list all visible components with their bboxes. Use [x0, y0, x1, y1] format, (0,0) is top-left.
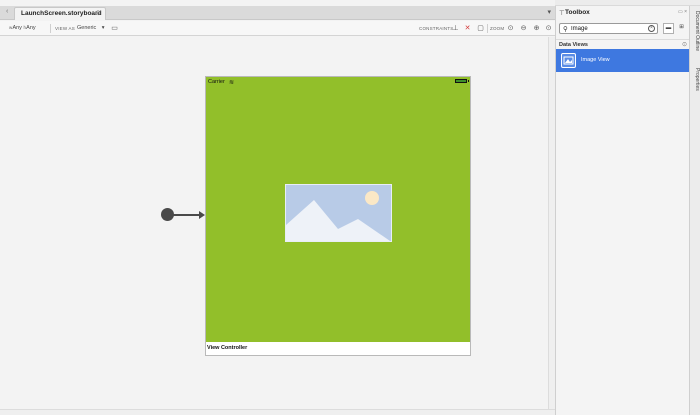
section-data-views[interactable]: Data Views ⊙ — [556, 39, 690, 49]
chevron-down-icon: ▾ — [101, 25, 105, 31]
view-as-label: VIEW AS — [55, 26, 75, 31]
tab-bar: ‹ LaunchScreen.storyboard ⊗ ▾ — [0, 6, 555, 20]
wifi-icon: ≋ — [229, 80, 235, 86]
vertical-scrollbar[interactable] — [548, 37, 555, 409]
tool-label: Image View — [581, 57, 610, 63]
image-view[interactable] — [285, 184, 392, 242]
toolbox-panel: ⊤ Toolbox ▭ × ⚲ × ▬ ⊞ Data Views ⊙ Image… — [555, 6, 690, 415]
designer-toolbar: wAny hAny VIEW AS Generic ▾ ▭ CONSTRAINT… — [0, 21, 555, 36]
constraints-label: CONSTRAINTS — [419, 26, 454, 31]
frame-icon[interactable]: ▢ — [476, 24, 485, 33]
height-class: Any — [26, 25, 36, 31]
zoom-label: ZOOM — [490, 26, 505, 31]
zoom-in-icon[interactable]: ⊕ — [532, 24, 541, 33]
side-panel-strip: Document Outline Properties — [689, 6, 700, 415]
tab-menu-icon[interactable]: ▾ — [547, 8, 551, 16]
root-view[interactable]: Carrier ≋ — [206, 77, 470, 342]
toolbar-divider — [487, 24, 488, 33]
search-input[interactable] — [571, 25, 647, 33]
zoom-reset-icon[interactable]: ⊙ — [544, 24, 553, 33]
image-view-icon — [561, 53, 576, 68]
clear-search-icon[interactable]: × — [648, 25, 655, 32]
tab-nav-icon[interactable]: ‹ — [6, 8, 8, 15]
width-class: Any — [12, 25, 22, 31]
toolbox-icon: ⊤ — [559, 10, 565, 17]
horizontal-scrollbar[interactable] — [0, 409, 555, 415]
storyboard-editor: ‹ LaunchScreen.storyboard ⊗ ▾ wAny hAny … — [0, 0, 555, 415]
device-value: Generic — [77, 25, 97, 31]
zoom-fit-icon[interactable]: ⊙ — [506, 24, 515, 33]
toolbox-search[interactable]: ⚲ × — [559, 23, 658, 34]
list-view-button[interactable]: ▬ — [663, 23, 674, 34]
toolbox-header: ⊤ Toolbox ▭ × — [556, 6, 690, 20]
panel-controls[interactable]: ▭ × — [678, 9, 687, 15]
zoom-out-icon[interactable]: ⊖ — [519, 24, 528, 33]
entry-point-arrow — [173, 214, 201, 216]
collapse-icon[interactable]: ⊙ — [682, 41, 687, 48]
add-constraint-icon[interactable]: ⊥ — [451, 24, 460, 33]
toolbox-item-image-view[interactable]: Image View — [556, 49, 690, 72]
toolbar-divider — [50, 24, 51, 33]
remove-constraint-icon[interactable]: ✕ — [463, 24, 472, 33]
document-outline-tab[interactable]: Document Outline — [691, 11, 700, 51]
image-placeholder-icon — [286, 185, 391, 241]
scene-title: View Controller — [207, 345, 248, 351]
size-class-selector[interactable]: wAny hAny — [9, 25, 36, 31]
view-controller-scene[interactable]: Carrier ≋ View Controller — [205, 76, 471, 356]
device-selector[interactable]: Generic ▾ — [77, 25, 105, 31]
status-carrier: Carrier — [208, 79, 225, 85]
toolbox-title: Toolbox — [565, 9, 590, 16]
tab-launchscreen[interactable]: LaunchScreen.storyboard ⊗ — [14, 7, 106, 20]
orientation-icon[interactable]: ▭ — [110, 24, 119, 33]
battery-icon — [455, 79, 469, 83]
grid-view-button[interactable]: ⊞ — [676, 23, 687, 34]
tab-close-icon[interactable]: ⊗ — [95, 9, 101, 17]
properties-tab[interactable]: Properties — [691, 68, 700, 91]
tab-label: LaunchScreen.storyboard — [21, 10, 102, 17]
section-label: Data Views — [559, 42, 588, 48]
search-icon: ⚲ — [563, 26, 568, 33]
ide-window: ‹ LaunchScreen.storyboard ⊗ ▾ wAny hAny … — [0, 0, 700, 415]
